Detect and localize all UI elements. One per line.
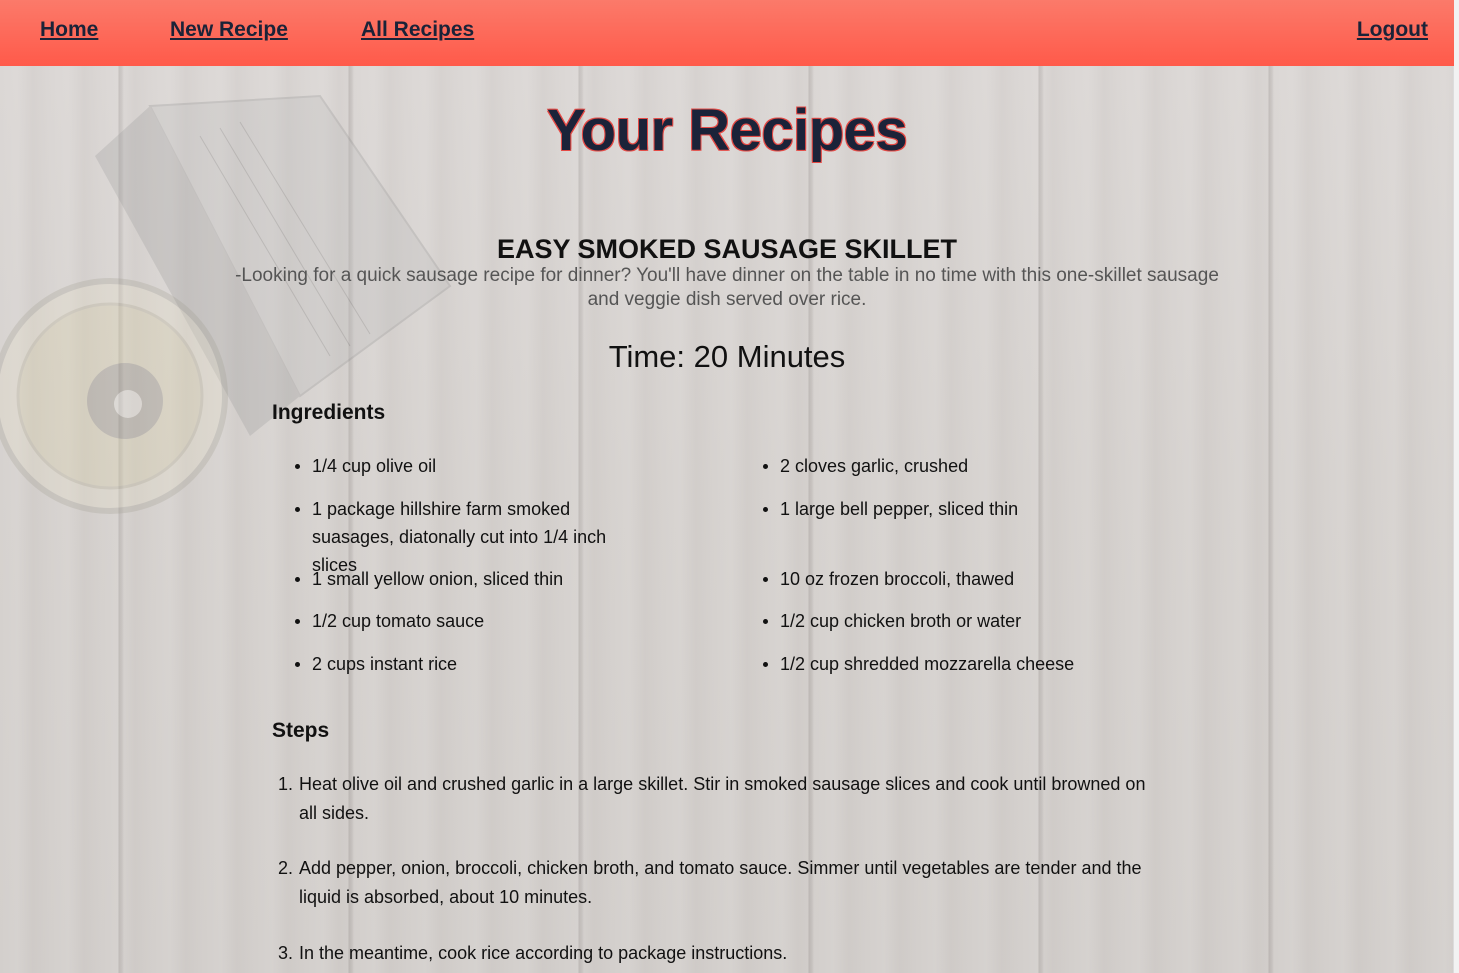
nav-new-recipe-link[interactable]: New Recipe	[170, 18, 288, 42]
ingredient-item: 1/2 cup tomato sauce	[272, 607, 652, 635]
recipe-title: EASY SMOKED SAUSAGE SKILLET	[496, 234, 958, 264]
step-item: 1. Heat olive oil and crushed garlic in …	[272, 770, 1162, 828]
ingredient-item: 1/4 cup olive oil	[272, 452, 652, 480]
step-text: In the meantime, cook rice according to …	[299, 943, 788, 963]
steps-heading: Steps	[272, 719, 330, 742]
step-number: 3.	[278, 943, 294, 963]
step-number: 2.	[278, 858, 294, 878]
ingredient-item: 1 large bell pepper, sliced thin	[740, 495, 1160, 523]
ingredient-item: 1 small yellow onion, sliced thin	[272, 565, 652, 593]
nav-logout-link[interactable]: Logout	[1357, 18, 1428, 42]
step-number: 1.	[278, 774, 294, 794]
ingredient-item: 1/2 cup shredded mozzarella cheese	[740, 650, 1160, 678]
step-text: Add pepper, onion, broccoli, chicken bro…	[299, 858, 1142, 907]
nav-home-link[interactable]: Home	[40, 18, 98, 42]
step-item: 2. Add pepper, onion, broccoli, chicken …	[272, 854, 1162, 912]
page-title: Your Recipes	[546, 98, 908, 163]
nav-all-recipes-link[interactable]: All Recipes	[361, 18, 474, 42]
ingredient-item: 2 cups instant rice	[272, 650, 652, 678]
recipe-time: Time: 20 Minutes	[608, 339, 846, 374]
ingredients-heading: Ingredients	[272, 401, 386, 424]
ingredient-item: 10 oz frozen broccoli, thawed	[740, 565, 1160, 593]
recipe-description: -Looking for a quick sausage recipe for …	[235, 265, 1219, 310]
step-text: Heat olive oil and crushed garlic in a l…	[299, 774, 1146, 823]
ingredient-item: 2 cloves garlic, crushed	[740, 452, 1160, 480]
top-navbar: Home New Recipe All Recipes Logout	[0, 0, 1454, 66]
ingredient-item: 1/2 cup chicken broth or water	[740, 607, 1160, 635]
step-item: 3. In the meantime, cook rice according …	[272, 939, 1162, 968]
